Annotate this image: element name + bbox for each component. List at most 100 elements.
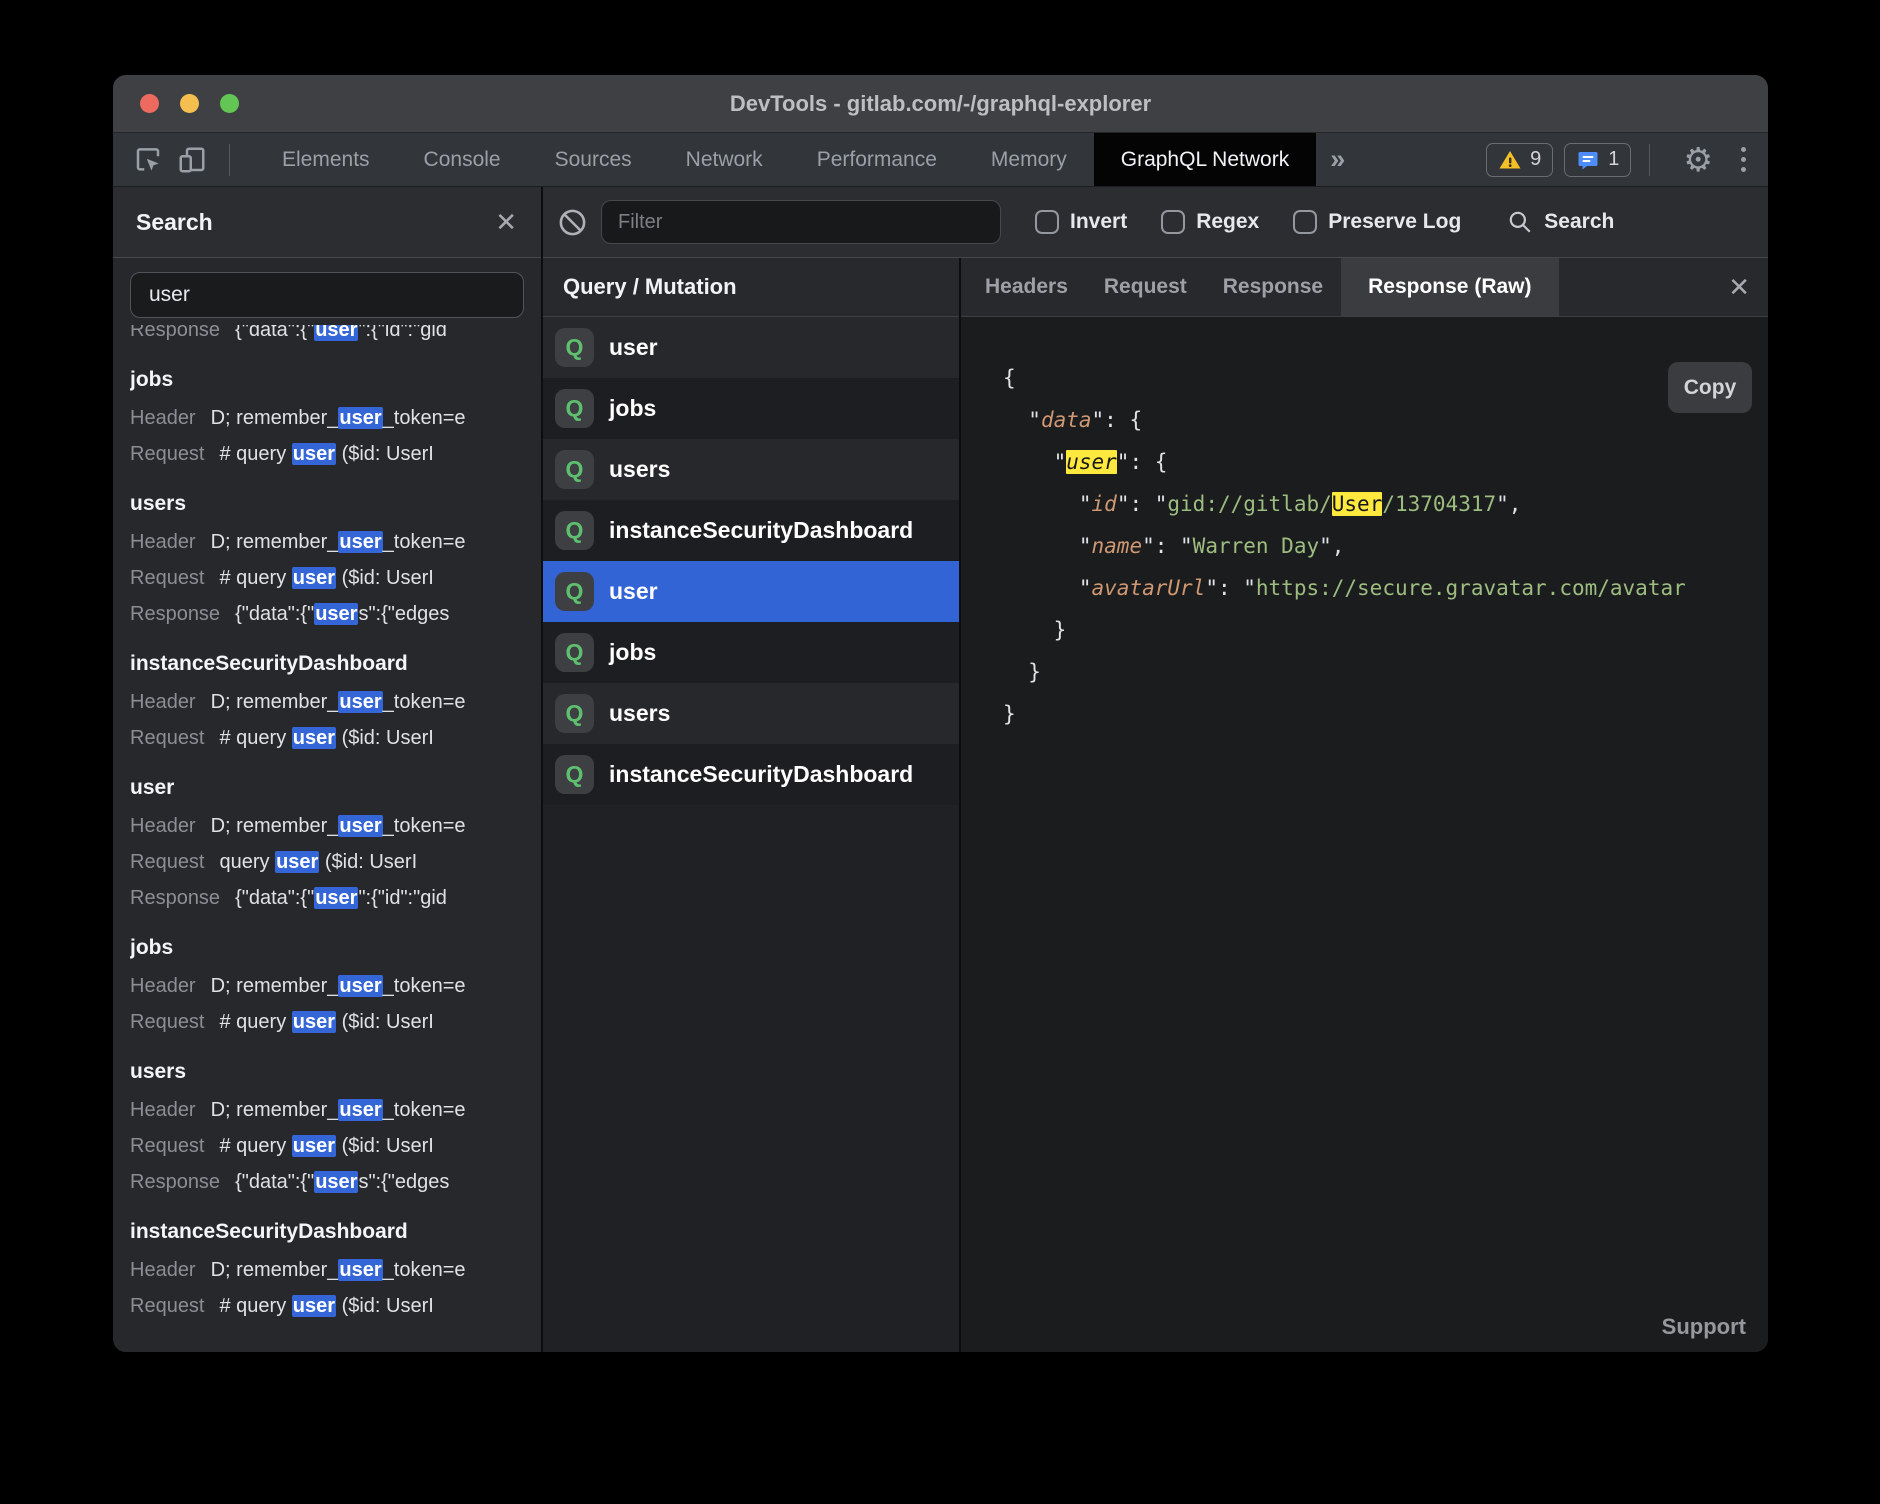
json-view: { "data": { "user": { "id": "gid://gitla…	[961, 317, 1768, 735]
close-window-button[interactable]	[140, 94, 159, 113]
devtools-toolbar: ElementsConsoleSourcesNetworkPerformance…	[113, 133, 1768, 187]
json-line: "user": {	[1003, 441, 1768, 483]
json-line: "id": "gid://gitlab/User/13704317",	[1003, 483, 1768, 525]
query-list-item[interactable]: Quser	[543, 317, 959, 378]
search-result-row[interactable]: Request# query user ($id: UserI	[130, 720, 524, 756]
query-list-item[interactable]: Qusers	[543, 439, 959, 500]
warnings-badge[interactable]: 9	[1486, 143, 1553, 177]
tab-memory[interactable]: Memory	[964, 133, 1094, 186]
search-result-group: userHeaderD; remember_user_token=eReques…	[130, 768, 524, 916]
search-result-row[interactable]: Request# query user ($id: UserI	[130, 436, 524, 472]
query-type-badge: Q	[555, 633, 594, 672]
query-label: instanceSecurityDashboard	[609, 761, 913, 788]
search-result-row[interactable]: HeaderD; remember_user_token=e	[130, 684, 524, 720]
search-result-row[interactable]: Requestquery user ($id: UserI	[130, 844, 524, 880]
checkbox-label: Regex	[1196, 210, 1259, 234]
search-result-row[interactable]: Request# query user ($id: UserI	[130, 1004, 524, 1040]
more-tabs-chevron-icon[interactable]: »	[1330, 144, 1345, 175]
search-match-highlight: user	[292, 1011, 336, 1033]
search-result-row[interactable]: Response{"data":{"user":{"id":"gid	[130, 880, 524, 916]
search-match-highlight: user	[292, 727, 336, 749]
message-icon	[1576, 148, 1600, 172]
search-input[interactable]	[130, 272, 524, 318]
search-match-highlight: user	[292, 443, 336, 465]
search-control[interactable]: Search	[1507, 209, 1614, 235]
inspect-element-icon[interactable]	[130, 142, 166, 178]
search-icon	[1507, 209, 1533, 235]
query-list-item[interactable]: Quser	[543, 561, 959, 622]
tab-elements[interactable]: Elements	[255, 133, 397, 186]
support-link[interactable]: Support	[1662, 1314, 1746, 1340]
search-match-highlight: user	[1066, 450, 1117, 474]
query-list: QuserQjobsQusersQinstanceSecurityDashboa…	[543, 317, 959, 1352]
search-result-row[interactable]: HeaderD; remember_user_token=e	[130, 1252, 524, 1288]
close-search-icon[interactable]: ✕	[495, 209, 517, 235]
tab-network[interactable]: Network	[659, 133, 790, 186]
checkbox-preserve-log[interactable]: Preserve Log	[1293, 210, 1461, 234]
result-row-value: {"data":{"user":{"id":"gid	[235, 325, 447, 341]
search-result-row[interactable]: Response{"data":{"users":{"edges	[130, 596, 524, 632]
query-list-item[interactable]: Qusers	[543, 683, 959, 744]
query-type-badge: Q	[555, 572, 594, 611]
json-line: "avatarUrl": "https://secure.gravatar.co…	[1003, 567, 1768, 609]
detail-tab-request[interactable]: Request	[1086, 258, 1205, 316]
result-row-label: Request	[130, 1011, 205, 1033]
result-row-label: Header	[130, 407, 196, 429]
search-match-highlight: user	[338, 1099, 382, 1121]
search-result-row[interactable]: Response{"data":{"users":{"edges	[130, 1164, 524, 1200]
maximize-window-button[interactable]	[220, 94, 239, 113]
result-row-value: D; remember_user_token=e	[211, 531, 466, 553]
close-details-icon[interactable]: ✕	[1728, 258, 1750, 316]
result-row-value: D; remember_user_token=e	[211, 1259, 466, 1281]
search-result-row[interactable]: HeaderD; remember_user_token=e	[130, 808, 524, 844]
result-row-value: {"data":{"user":{"id":"gid	[235, 887, 447, 909]
detail-tab-headers[interactable]: Headers	[967, 258, 1086, 316]
query-list-item[interactable]: QinstanceSecurityDashboard	[543, 744, 959, 805]
search-result-row[interactable]: HeaderD; remember_user_token=e	[130, 400, 524, 436]
search-match-highlight: user	[338, 691, 382, 713]
result-row-value: # query user ($id: UserI	[220, 567, 434, 589]
tab-graphql-network[interactable]: GraphQL Network	[1094, 133, 1316, 186]
devtools-tab-strip: ElementsConsoleSourcesNetworkPerformance…	[255, 133, 1316, 186]
result-row-label: Header	[130, 531, 196, 553]
query-label: user	[609, 334, 658, 361]
search-result-group: jobsHeaderD; remember_user_token=eReques…	[130, 360, 524, 472]
search-result-row[interactable]: Header D; remember_user_token=e	[130, 524, 524, 560]
json-line: {	[1003, 357, 1768, 399]
search-match-highlight: user	[338, 815, 382, 837]
query-list-item[interactable]: QinstanceSecurityDashboard	[543, 500, 959, 561]
tab-performance[interactable]: Performance	[790, 133, 964, 186]
device-toolbar-icon[interactable]	[174, 142, 210, 178]
search-result-row[interactable]: Request# query user ($id: UserI	[130, 1128, 524, 1164]
search-result-group: instanceSecurityDashboardHeaderD; rememb…	[130, 1212, 524, 1324]
minimize-window-button[interactable]	[180, 94, 199, 113]
search-result-row[interactable]: HeaderD; remember_user_token=e	[130, 968, 524, 1004]
detail-tab-response-raw[interactable]: Response (Raw)	[1341, 258, 1558, 316]
search-result-row[interactable]: Response{"data":{"user":{"id":"gid	[130, 325, 524, 348]
search-match-highlight: user	[292, 1135, 336, 1157]
settings-gear-icon[interactable]: ⚙	[1683, 143, 1713, 176]
search-result-row[interactable]: Request# query user ($id: UserI	[130, 560, 524, 596]
search-match-highlight: user	[338, 407, 382, 429]
query-list-item[interactable]: Qjobs	[543, 378, 959, 439]
query-list-item[interactable]: Qjobs	[543, 622, 959, 683]
group-title: instanceSecurityDashboard	[130, 644, 524, 684]
tab-sources[interactable]: Sources	[528, 133, 659, 186]
checkbox-invert[interactable]: Invert	[1035, 210, 1127, 234]
result-row-value: D; remember_user_token=e	[211, 815, 466, 837]
result-row-value: # query user ($id: UserI	[220, 1135, 434, 1157]
search-result-row[interactable]: HeaderD; remember_user_token=e	[130, 1092, 524, 1128]
issues-badge[interactable]: 1	[1564, 143, 1631, 177]
clear-block-icon[interactable]	[557, 207, 588, 238]
filter-input[interactable]	[601, 200, 1001, 244]
detail-tab-response[interactable]: Response	[1205, 258, 1341, 316]
tab-console[interactable]: Console	[397, 133, 528, 186]
checkbox-regex[interactable]: Regex	[1161, 210, 1259, 234]
kebab-menu-icon[interactable]	[1737, 143, 1750, 176]
copy-button[interactable]: Copy	[1668, 362, 1752, 413]
search-match-highlight: user	[292, 567, 336, 589]
devtools-content: Search ✕ Response{"data":{"user":{"id":"…	[113, 187, 1768, 1352]
search-result-row[interactable]: Request# query user ($id: UserI	[130, 1288, 524, 1324]
search-match-highlight: user	[314, 603, 358, 625]
json-line: }	[1003, 651, 1768, 693]
